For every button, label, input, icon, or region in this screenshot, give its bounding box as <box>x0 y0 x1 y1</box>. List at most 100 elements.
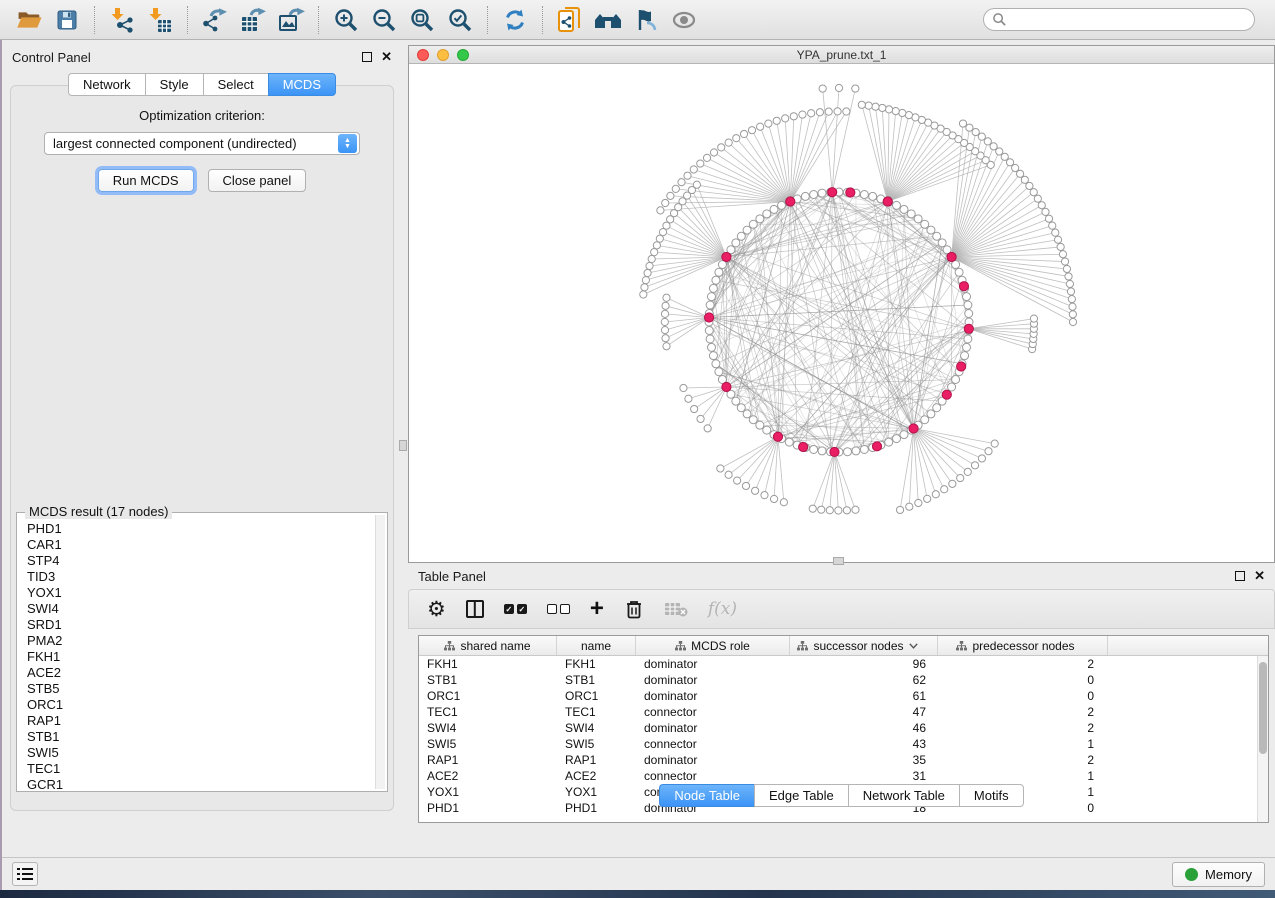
list-item[interactable]: TEC1 <box>27 761 375 777</box>
zoom-in-icon[interactable] <box>327 4 365 36</box>
table-row[interactable]: STB1STB1dominator620 <box>419 672 1268 688</box>
network-view-window: YPA_prune.txt_1 <box>408 45 1275 563</box>
zoom-selected-icon[interactable] <box>441 4 479 36</box>
table-cell: SWI4 <box>419 721 557 735</box>
refresh-layout-icon[interactable] <box>496 4 534 36</box>
select-all-columns-icon[interactable]: ✓✓ <box>504 604 527 614</box>
delete-column-icon[interactable] <box>624 598 644 620</box>
export-network-icon[interactable] <box>196 4 234 36</box>
tab-network-table[interactable]: Network Table <box>848 784 959 807</box>
table-row[interactable]: SWI5SWI5connector431 <box>419 736 1268 752</box>
table-row[interactable]: TEC1TEC1connector472 <box>419 704 1268 720</box>
table-cell: 0 <box>938 689 1108 703</box>
tab-node-table[interactable]: Node Table <box>659 784 754 807</box>
memory-button[interactable]: Memory <box>1172 862 1265 887</box>
function-builder-icon: f(x) <box>708 599 737 619</box>
task-history-icon[interactable] <box>12 862 38 886</box>
optimization-criterion-dropdown[interactable]: largest connected component (undirected)… <box>44 132 360 155</box>
column-header-predecessor-nodes[interactable]: predecessor nodes <box>938 636 1108 655</box>
float-panel-icon[interactable] <box>362 52 372 62</box>
node-table-header: shared name name MCDS role successor nod… <box>419 636 1268 656</box>
scrollbar-thumb[interactable] <box>1259 662 1267 754</box>
table-row[interactable]: SWI4SWI4dominator462 <box>419 720 1268 736</box>
table-cell: dominator <box>636 689 790 703</box>
list-item[interactable]: CAR1 <box>27 537 375 553</box>
list-item[interactable]: GCR1 <box>27 777 375 789</box>
list-item[interactable]: TID3 <box>27 569 375 585</box>
table-cell: 35 <box>790 753 938 767</box>
table-cell: connector <box>636 737 790 751</box>
run-mcds-button[interactable]: Run MCDS <box>98 169 194 192</box>
save-session-icon[interactable] <box>48 4 86 36</box>
table-cell: dominator <box>636 657 790 671</box>
tree-icon <box>797 641 808 651</box>
column-header-name[interactable]: name <box>557 636 636 655</box>
table-row[interactable]: ORC1ORC1dominator610 <box>419 688 1268 704</box>
import-network-icon[interactable] <box>103 4 141 36</box>
list-item[interactable]: SWI5 <box>27 745 375 761</box>
export-image-icon[interactable] <box>272 4 310 36</box>
table-row[interactable]: ACE2ACE2connector311 <box>419 768 1268 784</box>
column-header-successor-nodes[interactable]: successor nodes <box>790 636 938 655</box>
column-header-mcds-role[interactable]: MCDS role <box>636 636 790 655</box>
table-settings-icon[interactable]: ⚙ <box>427 599 446 619</box>
horizontal-splitter-grip[interactable] <box>833 557 844 565</box>
show-all-icon[interactable] <box>589 4 627 36</box>
list-item[interactable]: ORC1 <box>27 697 375 713</box>
optimization-criterion-label: Optimization criterion: <box>11 108 393 123</box>
list-item[interactable]: YOX1 <box>27 585 375 601</box>
list-item[interactable]: SWI4 <box>27 601 375 617</box>
close-panel-icon[interactable]: ✕ <box>381 52 392 62</box>
mcds-list-scrollbar[interactable] <box>375 515 385 789</box>
list-item[interactable]: STB5 <box>27 681 375 697</box>
table-panel: Table Panel ✕ ⚙ ✓✓ + f(x) sh <box>408 565 1275 815</box>
list-item[interactable]: RAP1 <box>27 713 375 729</box>
zoom-out-icon[interactable] <box>365 4 403 36</box>
tab-mcds[interactable]: MCDS <box>268 73 336 96</box>
table-cell: ORC1 <box>557 689 636 703</box>
table-cell: TEC1 <box>419 705 557 719</box>
toolbar-separator <box>318 6 319 34</box>
vertical-splitter-grip[interactable] <box>399 440 407 451</box>
list-item[interactable]: SRD1 <box>27 617 375 633</box>
show-hidden-icon[interactable] <box>665 4 703 36</box>
network-titlebar[interactable]: YPA_prune.txt_1 <box>409 46 1274 64</box>
table-cell: ACE2 <box>557 769 636 783</box>
tab-motifs[interactable]: Motifs <box>959 784 1024 807</box>
new-network-from-selection-icon[interactable] <box>551 4 589 36</box>
zoom-fit-icon[interactable] <box>403 4 441 36</box>
network-canvas[interactable] <box>409 64 1274 562</box>
import-table-icon[interactable] <box>141 4 179 36</box>
network-title: YPA_prune.txt_1 <box>409 48 1274 62</box>
table-panel-title: Table Panel <box>418 569 486 584</box>
list-item[interactable]: FKH1 <box>27 649 375 665</box>
table-cell: SWI5 <box>557 737 636 751</box>
float-panel-icon[interactable] <box>1235 571 1245 581</box>
tab-select[interactable]: Select <box>203 73 268 96</box>
search-input[interactable] <box>983 8 1255 31</box>
tab-network[interactable]: Network <box>68 73 145 96</box>
show-columns-icon[interactable] <box>466 600 484 618</box>
column-header-shared-name[interactable]: shared name <box>419 636 557 655</box>
tab-style[interactable]: Style <box>145 73 203 96</box>
table-cell: STB1 <box>419 673 557 687</box>
export-table-icon[interactable] <box>234 4 272 36</box>
open-file-icon[interactable] <box>10 4 48 36</box>
main-toolbar <box>0 0 1275 40</box>
application-window: Control Panel ✕ Network Style Select MCD… <box>0 0 1275 890</box>
list-item[interactable]: STP4 <box>27 553 375 569</box>
close-panel-button[interactable]: Close panel <box>208 169 307 192</box>
list-item[interactable]: STB1 <box>27 729 375 745</box>
list-item[interactable]: PMA2 <box>27 633 375 649</box>
close-panel-icon[interactable]: ✕ <box>1254 571 1265 581</box>
table-row[interactable]: FKH1FKH1dominator962 <box>419 656 1268 672</box>
table-cell: ORC1 <box>419 689 557 703</box>
list-item[interactable]: ACE2 <box>27 665 375 681</box>
table-row[interactable]: RAP1RAP1dominator352 <box>419 752 1268 768</box>
hide-selected-icon[interactable] <box>627 4 665 36</box>
tab-edge-table[interactable]: Edge Table <box>754 784 848 807</box>
deselect-all-columns-icon[interactable] <box>547 604 570 614</box>
add-column-icon[interactable]: + <box>590 599 604 619</box>
list-item[interactable]: PHD1 <box>27 521 375 537</box>
toolbar-separator <box>542 6 543 34</box>
